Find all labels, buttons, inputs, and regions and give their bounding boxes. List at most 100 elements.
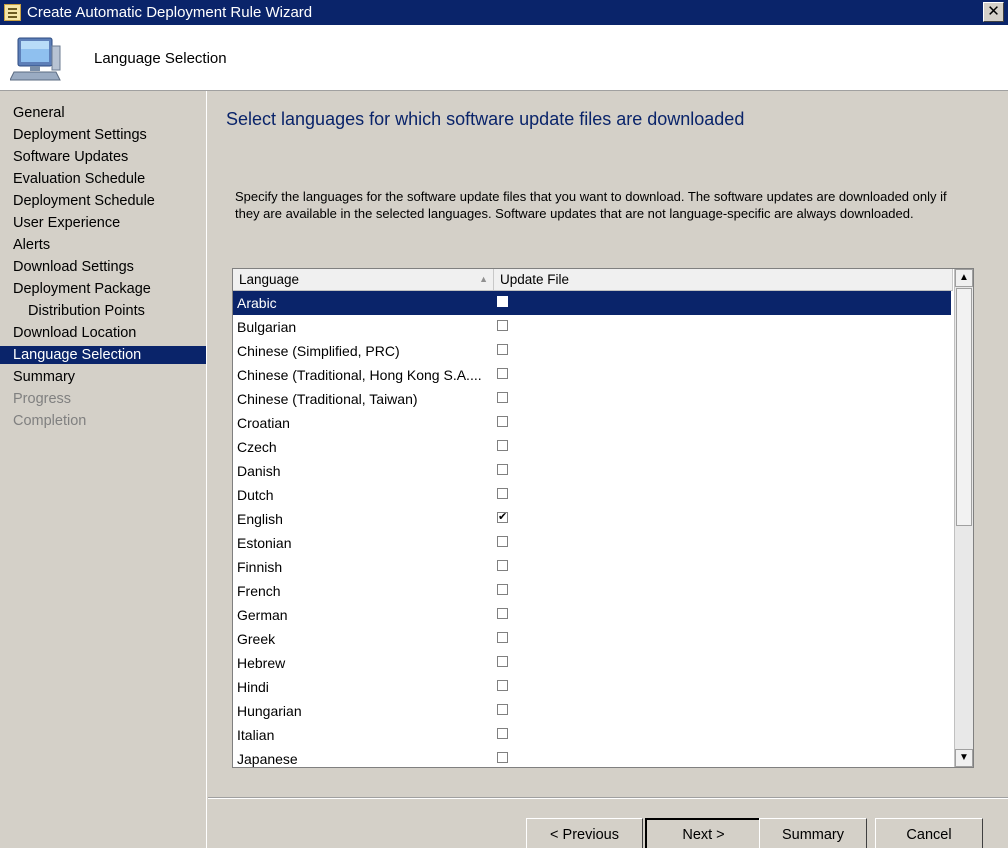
close-button[interactable]: ✕ [983,2,1004,22]
language-name: Italian [237,727,275,743]
nav-item-evaluation-schedule[interactable]: Evaluation Schedule [0,170,206,188]
language-name: Chinese (Simplified, PRC) [237,343,400,359]
vertical-scrollbar[interactable]: ▲ ▼ [954,269,973,767]
list-header: Language ▲ Update File [233,269,953,291]
table-row[interactable]: Arabic [233,291,951,315]
language-name: Chinese (Traditional, Taiwan) [237,391,418,407]
wizard-footer: < Previous Next > Summary Cancel [208,797,1008,848]
table-row[interactable]: Croatian [233,411,951,435]
update-file-checkbox[interactable] [497,296,508,307]
table-row[interactable]: Greek [233,627,951,651]
language-name: English [237,511,283,527]
nav-item-language-selection[interactable]: Language Selection [0,346,206,364]
nav-item-deployment-settings[interactable]: Deployment Settings [0,126,206,144]
title-bar: Create Automatic Deployment Rule Wizard … [0,0,1008,25]
update-file-checkbox[interactable] [497,680,508,691]
table-row[interactable]: Czech [233,435,951,459]
update-file-checkbox[interactable] [497,320,508,331]
language-name: Bulgarian [237,319,297,335]
update-file-checkbox[interactable] [497,392,508,403]
scroll-thumb[interactable] [956,288,972,526]
column-header-update-file[interactable]: Update File [494,269,953,290]
table-row[interactable]: Finnish [233,555,951,579]
language-name: Czech [237,439,277,455]
update-file-checkbox[interactable] [497,440,508,451]
language-name: Hungarian [237,703,302,719]
language-name: Hindi [237,679,269,695]
nav-item-download-settings[interactable]: Download Settings [0,258,206,276]
close-icon: ✕ [987,3,1000,20]
language-name: Chinese (Traditional, Hong Kong S.A.... [237,367,482,383]
language-name: German [237,607,288,623]
update-file-checkbox[interactable] [497,704,508,715]
nav-item-deployment-package[interactable]: Deployment Package [0,280,206,298]
previous-button[interactable]: < Previous [526,818,643,848]
update-file-checkbox[interactable] [497,632,508,643]
table-row[interactable]: Hindi [233,675,951,699]
next-button[interactable]: Next > [645,818,762,848]
nav-item-summary[interactable]: Summary [0,368,206,386]
window-title: Create Automatic Deployment Rule Wizard [27,4,313,21]
update-file-checkbox[interactable] [497,728,508,739]
table-row[interactable]: Chinese (Simplified, PRC) [233,339,951,363]
column-header-language[interactable]: Language ▲ [233,269,494,290]
nav-item-general[interactable]: General [0,104,206,122]
nav-item-progress: Progress [13,391,72,407]
language-name: Greek [237,631,276,647]
content-panel: Select languages for which software upda… [208,91,1008,848]
update-file-checkbox[interactable] [497,608,508,619]
cancel-button[interactable]: Cancel [875,818,983,848]
update-file-checkbox[interactable] [497,344,508,355]
language-name: Dutch [237,487,274,503]
sort-up-icon: ▲ [479,274,488,284]
list-rows: Arabic Bulgarian Chinese (Simplified, PRC)… [233,291,951,767]
scroll-down-icon[interactable]: ▼ [955,749,973,767]
update-file-checkbox[interactable] [497,368,508,379]
update-file-checkbox[interactable]: ✔ [497,512,508,523]
language-list[interactable]: Language ▲ Update File Arabic Bulgarian Ch… [232,268,974,768]
table-row[interactable]: Estonian [233,531,951,555]
nav-item-download-location[interactable]: Download Location [0,324,206,342]
language-name: French [237,583,281,599]
table-row[interactable]: Italian [233,723,951,747]
nav-item-alerts[interactable]: Alerts [0,236,206,254]
table-row[interactable]: Chinese (Traditional, Taiwan) [233,387,951,411]
page-title: Language Selection [94,50,227,67]
description-text: Specify the languages for the software u… [235,189,947,221]
wizard-app-icon [4,4,21,21]
update-file-checkbox[interactable] [497,416,508,427]
language-name: Estonian [237,535,292,551]
language-name: Japanese [237,751,298,767]
table-row[interactable]: Hungarian [233,699,951,723]
nav-item-deployment-schedule[interactable]: Deployment Schedule [0,192,206,210]
table-row[interactable]: French [233,579,951,603]
update-file-checkbox[interactable] [497,656,508,667]
update-file-checkbox[interactable] [497,464,508,475]
nav-item-software-updates[interactable]: Software Updates [0,148,206,166]
language-name: Croatian [237,415,290,431]
nav-item-user-experience[interactable]: User Experience [0,214,206,232]
table-row[interactable]: Bulgarian [233,315,951,339]
table-row[interactable]: Dutch [233,483,951,507]
update-file-checkbox[interactable] [497,536,508,547]
summary-button[interactable]: Summary [759,818,867,848]
update-file-checkbox[interactable] [497,584,508,595]
update-file-checkbox[interactable] [497,488,508,499]
table-row[interactable]: English ✔ [233,507,951,531]
table-row[interactable]: German [233,603,951,627]
language-name: Arabic [237,295,277,311]
nav-item-completion: Completion [13,413,87,429]
scroll-up-icon[interactable]: ▲ [955,269,973,287]
table-row[interactable]: Danish [233,459,951,483]
nav-item-distribution-points[interactable]: Distribution Points [0,302,206,320]
language-name: Hebrew [237,655,286,671]
update-file-checkbox[interactable] [497,752,508,763]
wizard-header: Language Selection [0,25,1008,91]
table-row[interactable]: Japanese [233,747,951,767]
section-heading: Select languages for which software upda… [226,109,745,129]
update-file-checkbox[interactable] [497,560,508,571]
computer-icon [10,37,61,81]
table-row[interactable]: Hebrew [233,651,951,675]
wizard-nav: General Deployment Settings Software Upd… [0,91,207,848]
table-row[interactable]: Chinese (Traditional, Hong Kong S.A.... [233,363,951,387]
